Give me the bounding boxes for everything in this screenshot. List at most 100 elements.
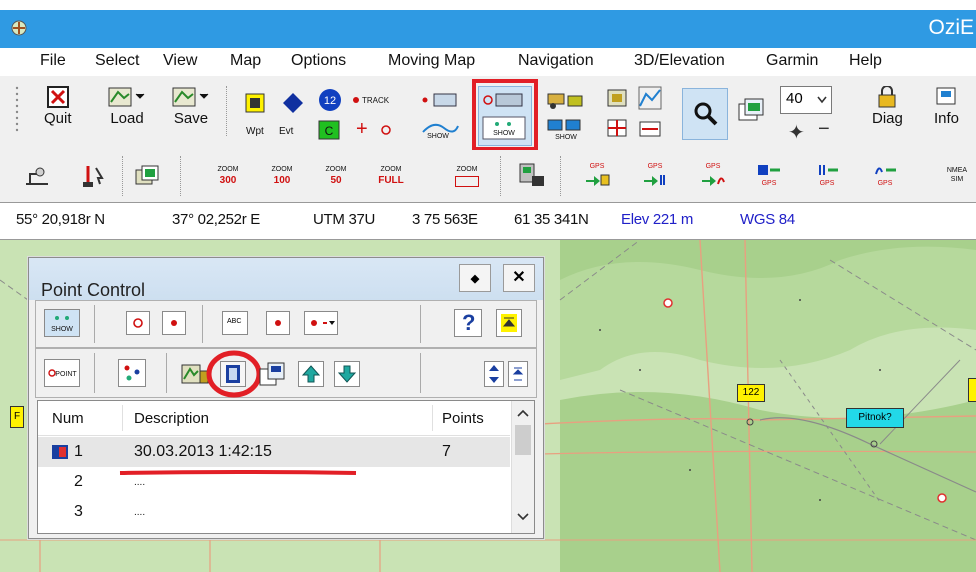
oziexplorer-window: OziE File Select View Map Options Moving… — [0, 0, 976, 572]
scroll-up-icon[interactable] — [517, 409, 529, 417]
title-bar: OziE — [0, 10, 976, 48]
move-up-button[interactable] — [298, 361, 324, 387]
circle-point-icon[interactable] — [380, 124, 392, 136]
zoom-box-button[interactable]: ZOOM — [450, 164, 484, 187]
red-underline — [119, 470, 357, 475]
move-cursor-icon[interactable] — [78, 162, 110, 190]
zoom-level-select[interactable]: 40 — [780, 86, 832, 114]
list-scrollbar[interactable] — [511, 401, 534, 533]
show-points-button[interactable]: SHOW — [44, 309, 80, 337]
save-button[interactable]: Save — [172, 86, 210, 127]
table-row[interactable]: 3 .... — [38, 497, 510, 527]
load-map-icon — [108, 87, 145, 107]
move-down-button[interactable] — [334, 361, 360, 387]
route-number-icon[interactable]: 12 — [318, 88, 342, 112]
open-circle-button[interactable] — [126, 311, 150, 335]
gps-download-route-button[interactable]: GPS — [812, 162, 842, 189]
data-grid-icon[interactable] — [606, 118, 632, 140]
menu-garmin[interactable]: Garmin — [766, 52, 818, 70]
show-moving-icon[interactable]: SHOW — [546, 118, 586, 140]
find-button[interactable] — [682, 88, 728, 140]
waypoint-122[interactable]: 122 — [737, 384, 765, 402]
track-marker-icon[interactable]: TRACK — [352, 92, 402, 108]
elevation-graph-icon[interactable] — [638, 86, 662, 110]
event-diamond-icon[interactable] — [282, 92, 304, 114]
show-track-icon[interactable]: SHOW — [420, 118, 460, 140]
zoom-300-button[interactable]: ZOOM 300 — [212, 164, 244, 186]
gps-upload-track-button[interactable]: GPS — [698, 162, 728, 189]
zoom-100-button[interactable]: ZOOM 100 — [266, 164, 298, 186]
diag-button[interactable]: Diag — [872, 86, 903, 127]
wpt-icon[interactable] — [244, 92, 266, 114]
gps-download-track-icon — [875, 167, 896, 175]
dot-style-button[interactable] — [266, 311, 290, 335]
expand-collapse-button[interactable] — [508, 361, 528, 387]
menu-3d-elevation[interactable]: 3D/Elevation — [634, 52, 725, 70]
gps-device-icon[interactable] — [514, 162, 548, 190]
track-line-icon[interactable] — [420, 90, 460, 110]
utm-northing: 61 35 341N — [514, 211, 589, 228]
points-scatter-icon — [124, 365, 140, 381]
column-num[interactable]: Num — [52, 410, 84, 427]
waypoint-pitnok[interactable]: Pitnok? — [846, 408, 904, 428]
distance-icon[interactable] — [638, 118, 662, 140]
map-layers-icon[interactable] — [134, 164, 160, 188]
menu-select[interactable]: Select — [95, 52, 139, 70]
dot-dropdown-button[interactable] — [304, 311, 338, 335]
menu-map[interactable]: Map — [230, 52, 261, 70]
column-description[interactable]: Description — [134, 410, 209, 427]
row-description: .... — [134, 477, 146, 488]
save-points-icon[interactable] — [258, 361, 288, 387]
green-c-icon[interactable]: C — [318, 120, 340, 140]
close-button[interactable]: ✕ — [503, 264, 535, 292]
zoom-in-icon[interactable]: ✦ — [788, 120, 805, 145]
abc-label-button[interactable]: ABC — [222, 311, 248, 335]
tractor-icon[interactable] — [546, 88, 586, 110]
nmea-sim-button[interactable]: NMEA SIM — [940, 166, 974, 184]
ruler-tool-icon[interactable] — [22, 164, 52, 188]
scroll-thumb[interactable] — [515, 425, 531, 455]
elevation: Elev 221 m — [621, 211, 694, 228]
move-to-top-button[interactable] — [496, 309, 522, 337]
filled-dot-button[interactable] — [162, 311, 186, 335]
menu-navigation[interactable]: Navigation — [518, 52, 594, 70]
print-map-icon[interactable] — [606, 88, 632, 110]
window-overview-icon[interactable] — [738, 98, 764, 124]
zoom-out-icon[interactable]: − — [818, 118, 830, 141]
help-button[interactable]: ? — [454, 309, 482, 337]
menu-options[interactable]: Options — [291, 52, 346, 70]
point-control-caption[interactable]: Point Control ◆ ✕ — [29, 258, 543, 300]
gps-upload-wpt-button[interactable]: GPS — [582, 162, 612, 189]
utm-zone: UTM 37U — [313, 211, 376, 228]
zoom-50-button[interactable]: ZOOM 50 — [320, 164, 352, 186]
latitude: 55° 20,918r N — [16, 211, 105, 228]
gps-upload-route-button[interactable]: GPS — [640, 162, 670, 189]
quit-button[interactable]: Quit — [44, 86, 72, 127]
menu-moving-map[interactable]: Moving Map — [388, 52, 475, 70]
scroll-down-icon[interactable] — [517, 513, 529, 521]
menu-help[interactable]: Help — [849, 52, 882, 70]
gps-download-wpt-button[interactable]: GPS — [754, 162, 784, 189]
zoom-full-button[interactable]: ZOOM FULL — [374, 164, 408, 186]
point-control-window: Point Control ◆ ✕ SHOW ABC ? POINT Num D… — [28, 257, 544, 539]
gps-download-wpt-icon — [758, 165, 780, 175]
add-point-icon[interactable]: + — [356, 118, 368, 141]
load-button[interactable]: Load — [108, 86, 146, 127]
pin-button[interactable]: ◆ — [459, 264, 491, 292]
row-description: .... — [134, 507, 146, 518]
table-row[interactable]: 1 30.03.2013 1:42:15 7 — [38, 437, 510, 467]
menu-view[interactable]: View — [163, 52, 197, 70]
info-button[interactable]: Info — [934, 86, 959, 127]
waypoint-f[interactable]: F — [10, 406, 24, 428]
menu-file[interactable]: File — [40, 52, 66, 70]
point-mode-button[interactable]: POINT — [44, 359, 80, 387]
waypoint-edge[interactable] — [968, 378, 976, 402]
points-scatter-button[interactable] — [118, 359, 146, 387]
gps-download-track-button[interactable]: GPS — [870, 162, 900, 189]
sort-updown-button[interactable] — [484, 361, 504, 387]
toolbar-separator-4 — [500, 156, 503, 196]
help-icon: ? — [462, 310, 476, 335]
column-points[interactable]: Points — [442, 410, 484, 427]
wpt-label: Wpt — [246, 126, 264, 137]
toolbar-separator — [226, 86, 229, 136]
